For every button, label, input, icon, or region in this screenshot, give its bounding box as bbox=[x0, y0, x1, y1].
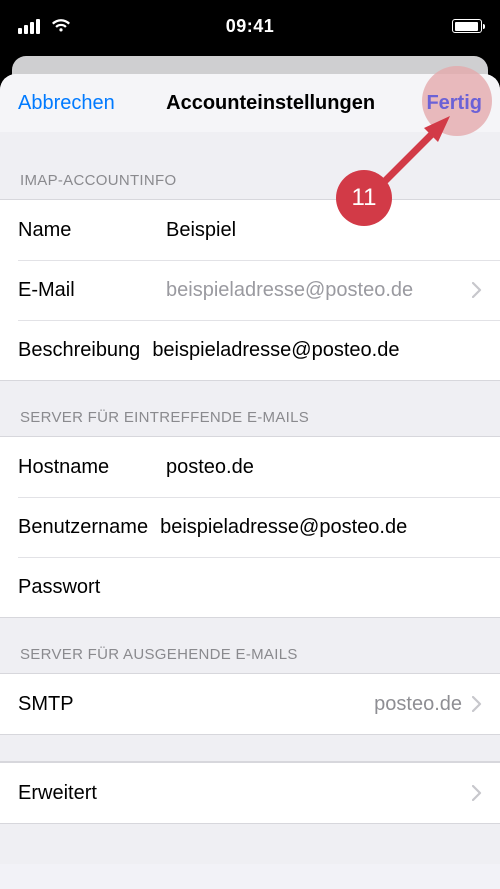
status-time: 09:41 bbox=[226, 16, 275, 37]
done-button[interactable]: Fertig bbox=[426, 92, 482, 115]
chevron-right-icon bbox=[472, 282, 482, 298]
label-advanced: Erweitert bbox=[18, 782, 472, 805]
row-password[interactable]: Passwort bbox=[0, 557, 500, 617]
group-advanced: Erweitert bbox=[0, 762, 500, 824]
chevron-right-icon bbox=[472, 785, 482, 801]
label-password: Passwort bbox=[18, 576, 166, 599]
wifi-icon bbox=[51, 19, 71, 33]
input-description[interactable] bbox=[152, 339, 482, 362]
cellular-signal-icon bbox=[18, 19, 40, 34]
label-hostname: Hostname bbox=[18, 456, 166, 479]
row-username[interactable]: Benutzername bbox=[0, 497, 500, 557]
nav-title: Accounteinstellungen bbox=[166, 92, 375, 115]
scroll-content[interactable]: IMAP-ACCOUNTINFO Name E-Mail beispieladr… bbox=[0, 132, 500, 889]
label-smtp: SMTP bbox=[18, 693, 166, 716]
label-email: E-Mail bbox=[18, 279, 166, 302]
input-hostname[interactable] bbox=[166, 456, 482, 479]
chevron-right-icon bbox=[472, 696, 482, 712]
status-left bbox=[18, 19, 71, 34]
group-outgoing: SMTP posteo.de bbox=[0, 673, 500, 735]
row-description[interactable]: Beschreibung bbox=[0, 320, 500, 380]
row-advanced[interactable]: Erweitert bbox=[0, 763, 500, 823]
label-description: Beschreibung bbox=[18, 339, 140, 362]
label-username: Benutzername bbox=[18, 516, 148, 539]
settings-sheet: Abbrechen Accounteinstellungen Fertig IM… bbox=[0, 74, 500, 889]
input-password[interactable] bbox=[166, 576, 482, 599]
value-email: beispieladresse@posteo.de bbox=[166, 279, 472, 302]
group-separator bbox=[0, 734, 500, 762]
input-username[interactable] bbox=[160, 516, 482, 539]
group-incoming: Hostname Benutzername Passwort bbox=[0, 436, 500, 618]
section-header-incoming: SERVER FÜR EINTREFFENDE E-MAILS bbox=[0, 381, 500, 436]
bottom-spacer bbox=[0, 824, 500, 864]
row-hostname[interactable]: Hostname bbox=[0, 437, 500, 497]
status-bar: 09:41 bbox=[0, 0, 500, 52]
nav-bar: Abbrechen Accounteinstellungen Fertig bbox=[0, 74, 500, 132]
row-email[interactable]: E-Mail beispieladresse@posteo.de bbox=[0, 260, 500, 320]
cancel-button[interactable]: Abbrechen bbox=[18, 92, 115, 115]
battery-icon bbox=[452, 19, 482, 33]
value-smtp: posteo.de bbox=[166, 693, 472, 716]
row-name[interactable]: Name bbox=[0, 200, 500, 260]
section-header-outgoing: SERVER FÜR AUSGEHENDE E-MAILS bbox=[0, 618, 500, 673]
row-smtp[interactable]: SMTP posteo.de bbox=[0, 674, 500, 734]
input-name[interactable] bbox=[166, 219, 482, 242]
label-name: Name bbox=[18, 219, 166, 242]
status-right bbox=[452, 19, 482, 33]
group-imap: Name E-Mail beispieladresse@posteo.de Be… bbox=[0, 199, 500, 381]
section-header-imap: IMAP-ACCOUNTINFO bbox=[0, 132, 500, 199]
